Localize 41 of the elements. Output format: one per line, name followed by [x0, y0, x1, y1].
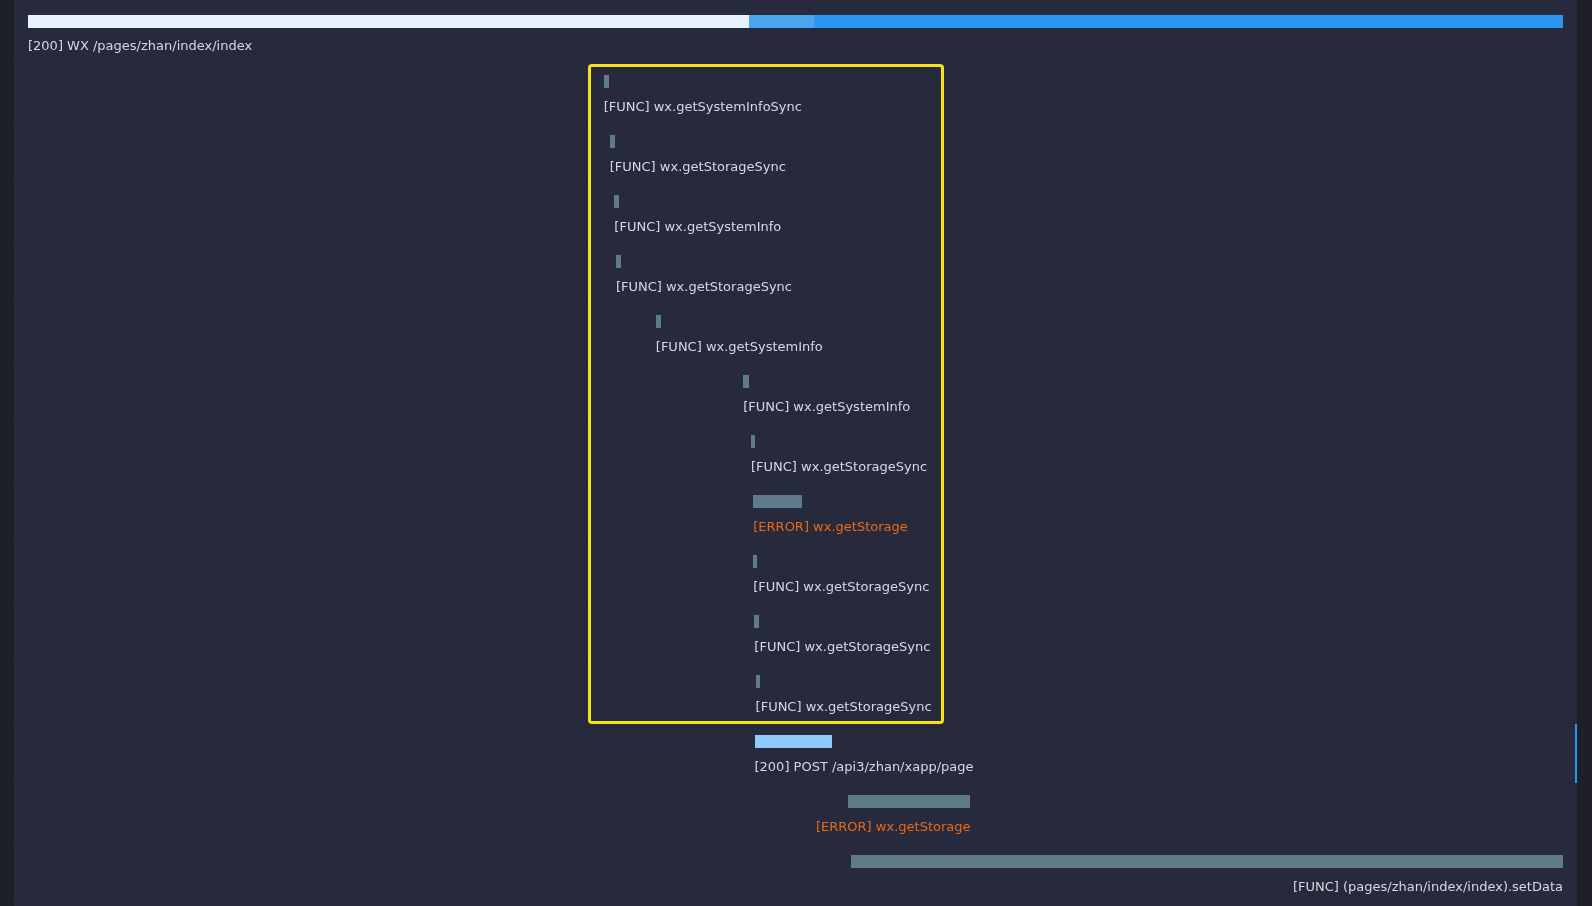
trace-label[interactable]: [FUNC] (pages/zhan/index/index).setData: [1292, 878, 1563, 896]
trace-row[interactable]: [FUNC] wx.getStorageSync: [14, 424, 1577, 484]
duration-bar: [743, 375, 749, 388]
trace-label[interactable]: [FUNC] wx.getSystemInfo: [614, 218, 782, 236]
trace-row[interactable]: [FUNC] wx.getSystemInfo: [14, 304, 1577, 364]
trace-label[interactable]: [FUNC] wx.getStorageSync: [751, 458, 928, 476]
duration-bar: [614, 195, 620, 208]
trace-label[interactable]: [FUNC] wx.getStorageSync: [753, 578, 930, 596]
trace-label[interactable]: [FUNC] wx.getSystemInfo: [743, 398, 911, 416]
trace-label[interactable]: [FUNC] wx.getStorageSync: [755, 698, 932, 716]
trace-row[interactable]: [ERROR] wx.getStorage: [14, 784, 1577, 844]
duration-bar: [754, 615, 759, 628]
trace-row[interactable]: [ERROR] wx.getStorage: [14, 484, 1577, 544]
trace-row[interactable]: [FUNC] (pages/zhan/index/index).setData: [14, 844, 1577, 904]
trace-label[interactable]: [FUNC] wx.getStorageSync: [609, 158, 786, 176]
trace-row[interactable]: [FUNC] wx.getSystemInfo: [14, 184, 1577, 244]
duration-bar: [603, 75, 609, 88]
duration-bar: [655, 315, 661, 328]
trace-label[interactable]: [FUNC] wx.getStorageSync: [615, 278, 792, 296]
trace-row[interactable]: [FUNC] wx.getStorageSync: [14, 244, 1577, 304]
trace-row[interactable]: [200] POST /api3/zhan/xapp/page: [14, 724, 1577, 784]
trace-label[interactable]: [FUNC] wx.getStorageSync: [754, 638, 931, 656]
trace-row[interactable]: [FUNC] wx.getStorageSync: [14, 604, 1577, 664]
trace-row[interactable]: [FUNC] wx.getStorageSync: [14, 124, 1577, 184]
trace-label[interactable]: [FUNC] wx.getSystemInfoSync: [603, 98, 802, 116]
duration-bar: [751, 435, 755, 448]
trace-row[interactable]: [FUNC] wx.getStorageSync: [14, 544, 1577, 604]
trace-label[interactable]: [ERROR] wx.getStorage: [816, 818, 971, 836]
trace-label[interactable]: [200] WX /pages/zhan/index/index: [28, 37, 253, 55]
trace-row[interactable]: [FUNC] wx.getStorageSync: [14, 664, 1577, 724]
trace-label[interactable]: [200] POST /api3/zhan/xapp/page: [754, 758, 974, 776]
duration-bar: [615, 255, 621, 268]
trace-row[interactable]: [200] WX /pages/zhan/index/index: [14, 0, 1577, 64]
duration-bar: [609, 135, 615, 148]
trace-row[interactable]: [FUNC] wx.getSystemInfo: [14, 364, 1577, 424]
trace-label[interactable]: [ERROR] wx.getStorage: [753, 518, 908, 536]
duration-bar: [753, 495, 802, 508]
trace-row[interactable]: [FUNC] wx.getSystemInfoSync: [14, 64, 1577, 124]
duration-bar: [755, 675, 760, 688]
duration-bar: [753, 555, 758, 568]
trace-label[interactable]: [FUNC] wx.getSystemInfo: [655, 338, 823, 356]
